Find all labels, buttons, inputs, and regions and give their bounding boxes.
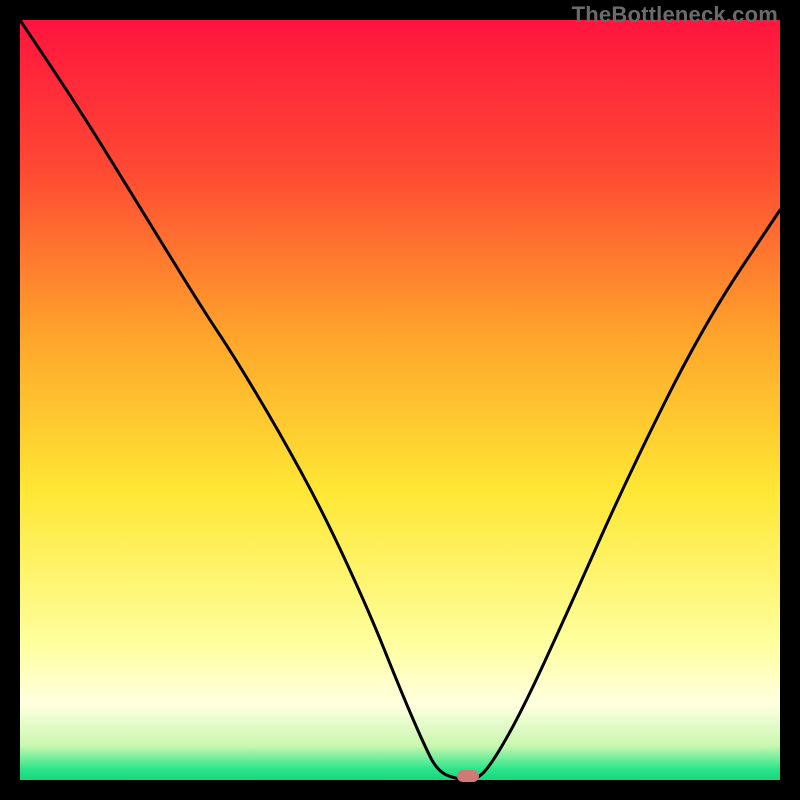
gradient-background — [20, 20, 780, 780]
optimal-marker — [457, 770, 479, 782]
plot-area — [20, 20, 780, 780]
chart-frame: TheBottleneck.com — [0, 0, 800, 800]
watermark-text: TheBottleneck.com — [572, 2, 778, 28]
